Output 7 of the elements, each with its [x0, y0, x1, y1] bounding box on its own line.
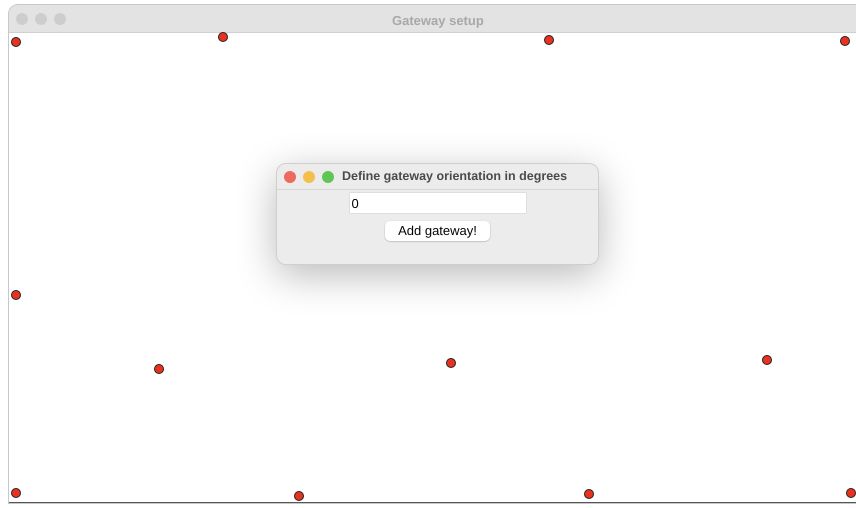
minimize-button[interactable] — [303, 170, 315, 182]
zoom-button[interactable] — [322, 170, 334, 182]
close-button[interactable] — [284, 170, 296, 182]
orientation-field[interactable]: 0 — [350, 193, 526, 213]
window-title: Gateway setup — [392, 12, 484, 30]
dialog-title: Define gateway orientation in degrees — [342, 168, 568, 186]
add-gateway-button[interactable]: Add gateway! — [385, 221, 490, 241]
